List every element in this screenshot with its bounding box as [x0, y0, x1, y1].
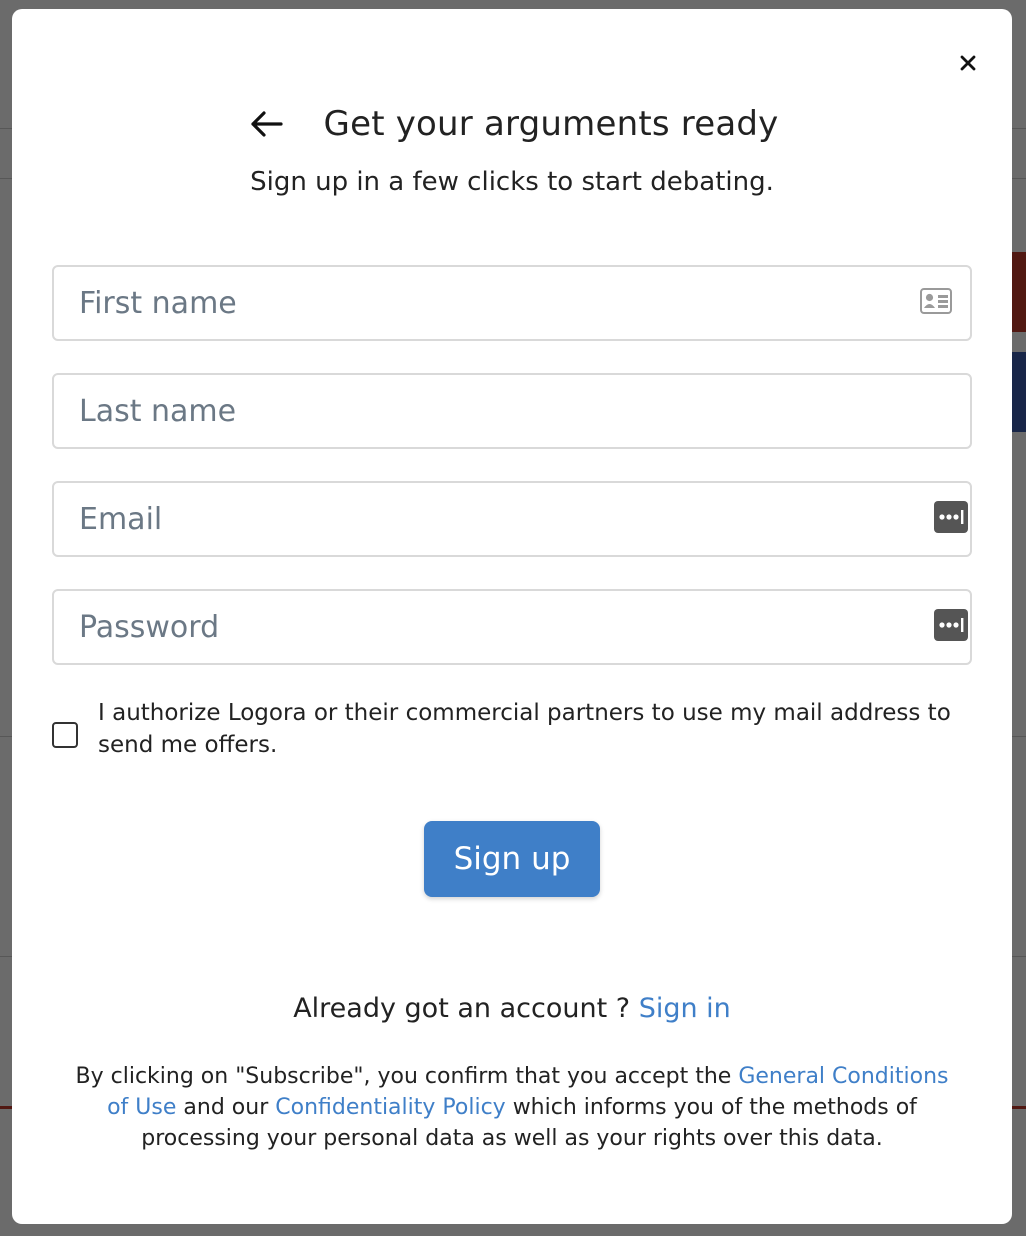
modal-title: Get your arguments ready — [323, 104, 779, 144]
last-name-field — [52, 373, 972, 449]
signin-row: Already got an account ? Sign in — [12, 993, 1012, 1024]
legal-text: By clicking on "Subscribe", you confirm … — [75, 1064, 732, 1089]
password-manager-icon[interactable] — [934, 609, 968, 645]
signup-modal: Get your arguments ready Sign up in a fe… — [12, 9, 1012, 1224]
modal-subtitle: Sign up in a few clicks to start debatin… — [250, 167, 774, 197]
privacy-link[interactable]: Confidentiality Policy — [275, 1095, 505, 1120]
signin-prompt: Already got an account ? — [293, 993, 631, 1024]
first-name-input[interactable] — [54, 267, 970, 339]
modal-header: Get your arguments ready — [12, 97, 1012, 151]
legal-notice: By clicking on "Subscribe", you confirm … — [67, 1061, 957, 1154]
signup-button[interactable]: Sign up — [424, 821, 600, 897]
consent-row: I authorize Logora or their commercial p… — [52, 697, 972, 767]
close-icon — [960, 55, 976, 71]
legal-text: and our — [183, 1095, 269, 1120]
email-field — [52, 481, 972, 557]
arrow-left-icon — [250, 111, 283, 137]
consent-checkbox[interactable] — [52, 722, 78, 748]
password-manager-icon[interactable] — [934, 501, 968, 537]
email-input[interactable] — [54, 483, 970, 555]
back-button[interactable] — [246, 104, 286, 144]
close-button[interactable] — [954, 49, 982, 77]
password-field — [52, 589, 972, 665]
last-name-input[interactable] — [54, 375, 970, 447]
contact-card-icon[interactable] — [920, 288, 952, 318]
password-input[interactable] — [54, 591, 970, 663]
consent-label[interactable]: I authorize Logora or their commercial p… — [98, 697, 968, 761]
signin-link[interactable]: Sign in — [639, 993, 731, 1024]
first-name-field — [52, 265, 972, 341]
